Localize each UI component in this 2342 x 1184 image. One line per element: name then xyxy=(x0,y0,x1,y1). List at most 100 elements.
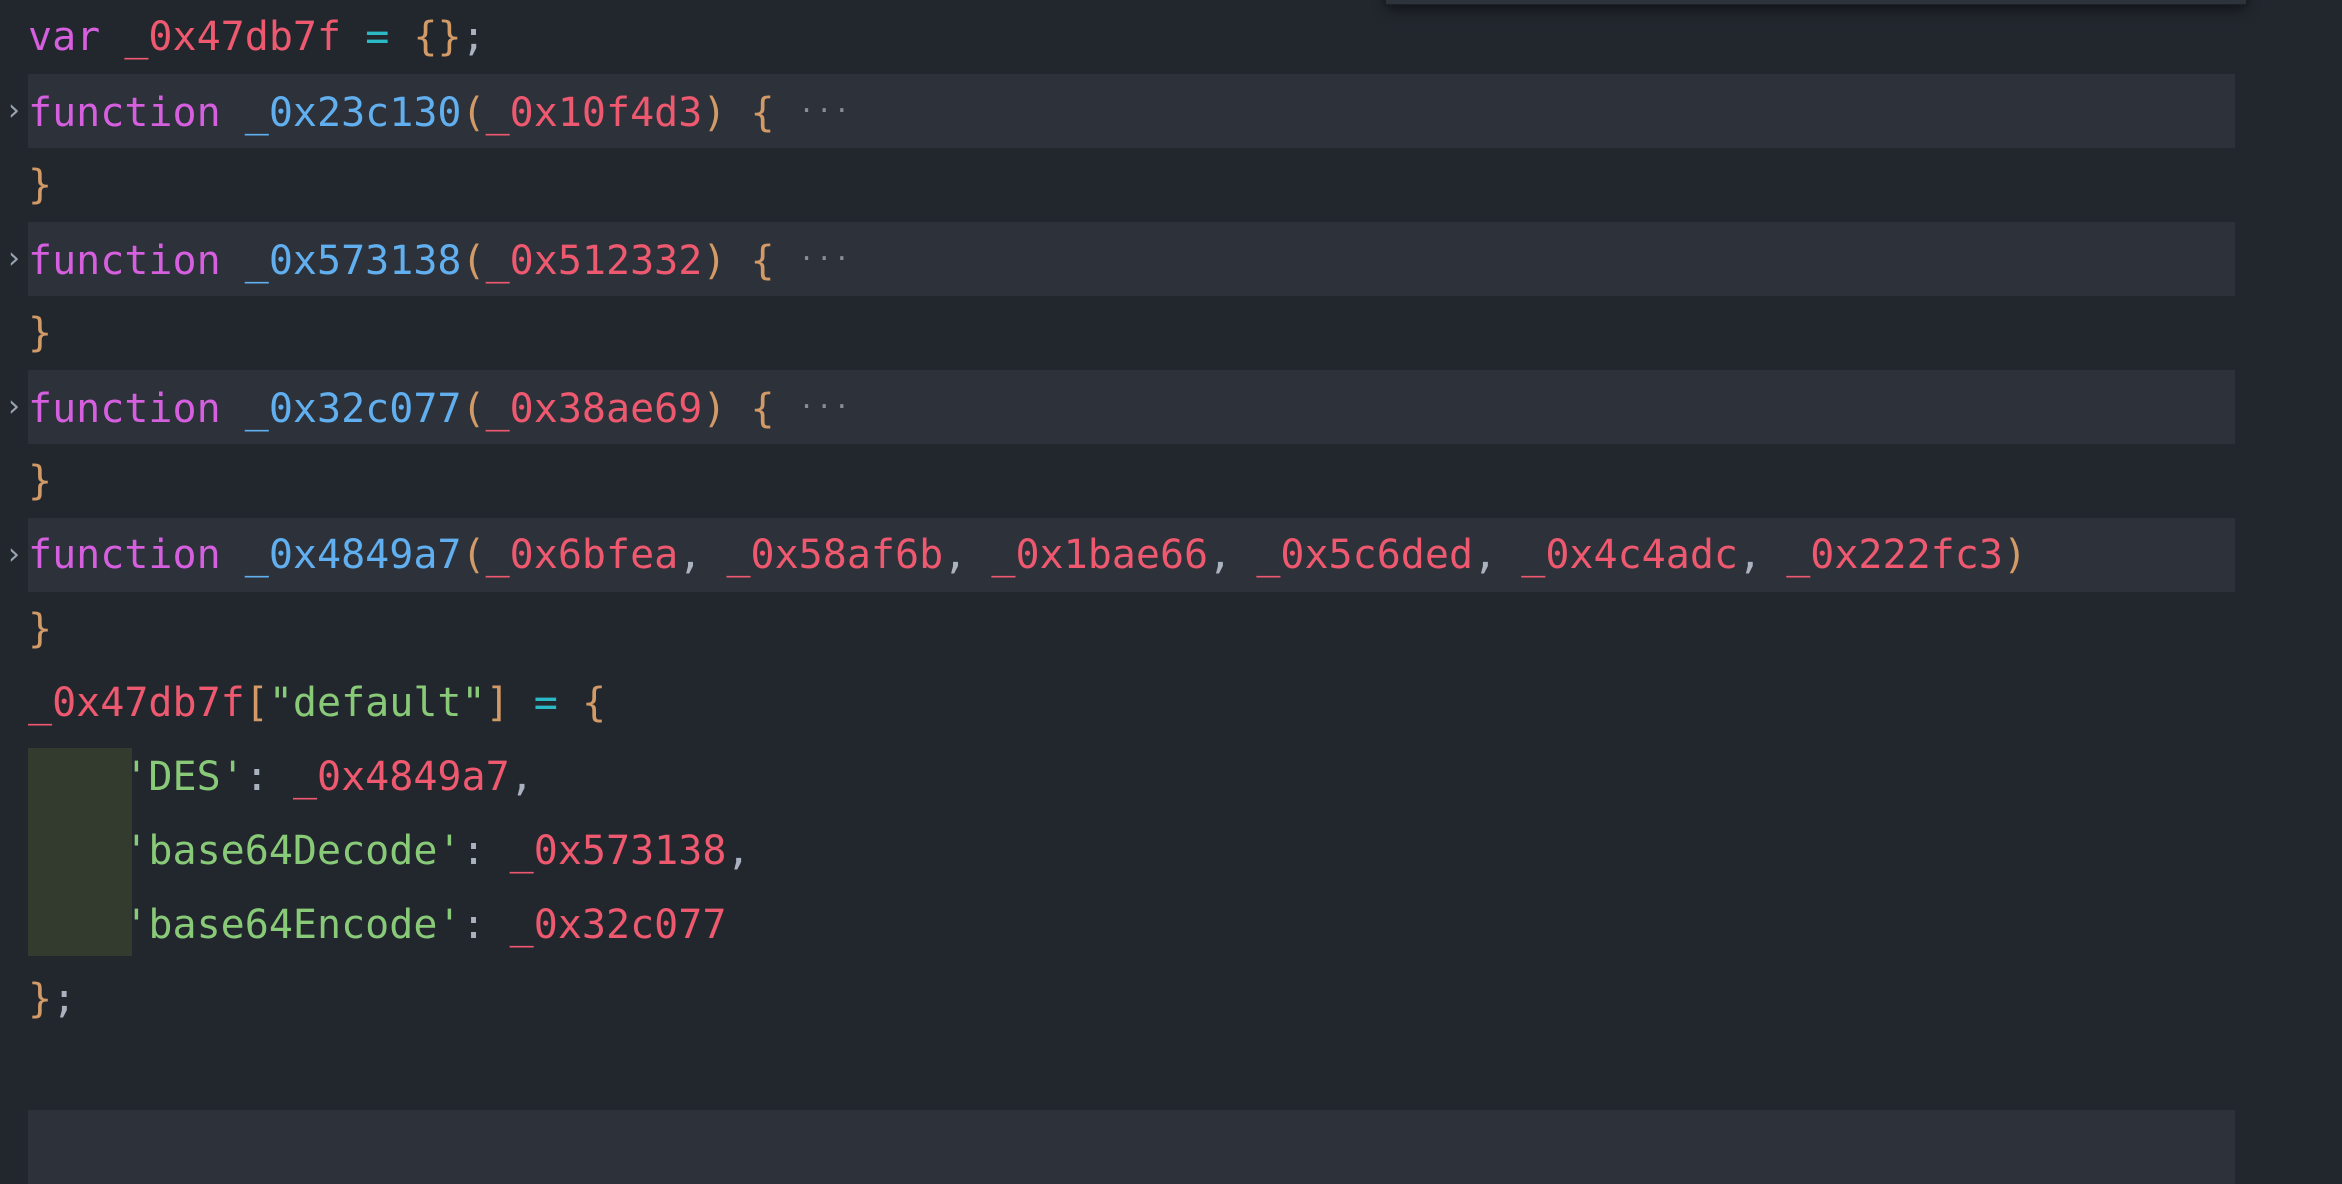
code-line[interactable]: › function _0x23c130(_0x10f4d3) { ··· xyxy=(0,74,2342,148)
token-string: 'DES' xyxy=(124,754,245,800)
token-identifier: _0x10f4d3 xyxy=(485,89,703,136)
line-highlight xyxy=(28,1110,2235,1184)
token-identifier: _0x4849a7 xyxy=(292,754,510,800)
token-keyword: function xyxy=(28,237,221,284)
line-text: 'base64Decode': _0x573138, xyxy=(28,814,751,888)
token-identifier: _0x573138 xyxy=(509,828,727,874)
token-bracket: ) xyxy=(2002,532,2028,578)
token-bracket: ( xyxy=(461,237,486,284)
line-text: function _0x4849a7(_0x6bfea, _0x58af6b, … xyxy=(28,518,2027,592)
token-punctuation: , xyxy=(726,828,751,874)
token-bracket: { xyxy=(750,89,775,136)
code-line[interactable]: } xyxy=(0,444,2342,518)
token-bracket: } xyxy=(28,162,53,208)
token-punctuation: : xyxy=(461,828,486,874)
line-text: 'DES': _0x4849a7, xyxy=(28,740,534,814)
line-text: var _0x47db7f = {}; xyxy=(28,0,486,74)
fold-chevron-icon[interactable]: › xyxy=(0,74,28,148)
code-line[interactable]: } xyxy=(0,592,2342,666)
token-fold[interactable]: ··· xyxy=(799,222,852,296)
token-bracket: ) xyxy=(702,89,727,136)
code-line[interactable]: › function _0x32c077(_0x38ae69) { ··· xyxy=(0,370,2342,444)
line-text: function _0x573138(_0x512332) { ··· xyxy=(28,222,852,296)
code-line[interactable]: › function _0x573138(_0x512332) { ··· xyxy=(0,222,2342,296)
token-keyword: var xyxy=(28,14,101,60)
token-identifier: _0x1bae66 xyxy=(991,532,1209,578)
code-line[interactable]: 'base64Decode': _0x573138, xyxy=(0,814,2342,888)
token-bracket: } xyxy=(28,310,53,356)
token-punctuation: ; xyxy=(52,976,77,1022)
token-bracket: { xyxy=(750,385,775,432)
code-line[interactable]: } xyxy=(0,148,2342,222)
code-line[interactable] xyxy=(0,1036,2342,1110)
line-text: _0x47db7f["default"] = { xyxy=(28,666,606,740)
token-punctuation: , xyxy=(509,754,534,800)
code-line[interactable]: }; xyxy=(0,962,2342,1036)
token-keyword: function xyxy=(28,532,221,578)
code-line[interactable]: var _0x47db7f = {}; xyxy=(0,0,2342,74)
token-bracket: {} xyxy=(413,14,462,60)
line-text: }; xyxy=(28,962,76,1036)
token-identifier: _0x6bfea xyxy=(485,532,679,578)
line-text: } xyxy=(28,148,52,222)
fold-chevron-icon[interactable]: › xyxy=(0,222,28,296)
token-fold[interactable]: ··· xyxy=(799,74,852,148)
token-string: 'base64Decode' xyxy=(124,828,462,874)
token-punctuation: : xyxy=(461,902,486,948)
token-bracket: { xyxy=(750,237,775,284)
token-punctuation: , xyxy=(943,532,968,578)
token-function_name: _0x23c130 xyxy=(244,89,462,136)
line-text: } xyxy=(28,296,52,370)
code-editor[interactable]: var _0x47db7f = {}; › function _0x23c130(_… xyxy=(0,0,2342,1184)
token-bracket: { xyxy=(581,680,607,726)
token-fold[interactable]: ··· xyxy=(799,370,852,444)
token-bracket: } xyxy=(28,976,53,1022)
line-text: } xyxy=(28,444,52,518)
token-bracket: [ xyxy=(244,680,269,726)
code-line[interactable]: 'base64Encode': _0x32c077 xyxy=(0,888,2342,962)
code-line[interactable]: › function _0x4849a7(_0x6bfea, _0x58af6b,… xyxy=(0,518,2342,592)
code-line[interactable]: } xyxy=(0,296,2342,370)
token-operator: = xyxy=(533,680,558,726)
token-function_name: _0x573138 xyxy=(244,237,462,284)
token-punctuation: : xyxy=(244,754,269,800)
code-line[interactable] xyxy=(0,1110,2342,1184)
token-function_name: _0x32c077 xyxy=(244,385,462,432)
token-identifier: _0x32c077 xyxy=(509,902,727,948)
fold-chevron-icon[interactable]: › xyxy=(0,370,28,444)
line-text: 'base64Encode': _0x32c077 xyxy=(28,888,726,962)
token-bracket: ] xyxy=(485,680,510,726)
token-identifier: _0x512332 xyxy=(485,237,703,284)
token-keyword: function xyxy=(28,385,221,432)
token-keyword: function xyxy=(28,89,221,136)
token-function_name: _0x4849a7 xyxy=(244,532,462,578)
token-bracket: } xyxy=(28,606,53,652)
fold-chevron-icon[interactable]: › xyxy=(0,518,28,592)
code-line[interactable]: _0x47db7f["default"] = { xyxy=(0,666,2342,740)
token-bracket: ( xyxy=(461,89,486,136)
token-identifier: _0x47db7f xyxy=(28,680,245,726)
code-line[interactable]: 'DES': _0x4849a7, xyxy=(0,740,2342,814)
token-string: 'base64Encode' xyxy=(124,902,462,948)
token-punctuation: , xyxy=(1208,532,1233,578)
